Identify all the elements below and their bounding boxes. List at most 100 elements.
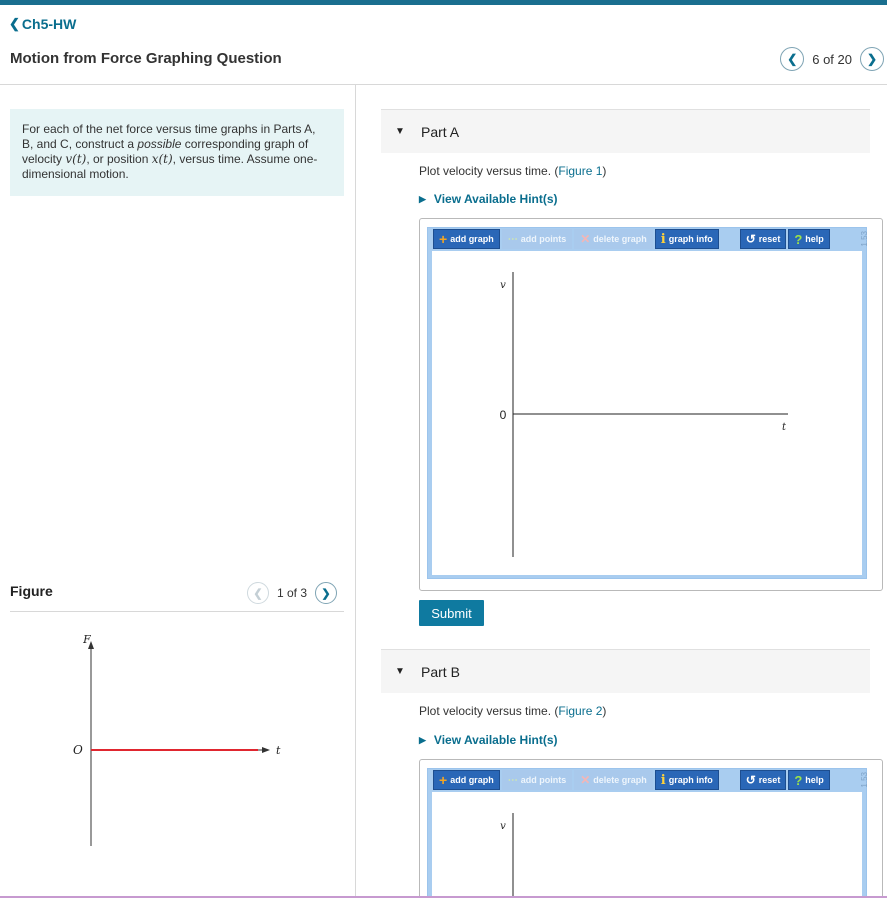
previous-question-button[interactable]: ❮	[780, 47, 805, 71]
part-a-graph-tool: + add graph ⋯ add points ✕ delete graph i gr…	[419, 218, 883, 591]
part-a-hint-toggle[interactable]: ▶ View Available Hint(s)	[419, 192, 558, 206]
page-title: Motion from Force Graphing Question	[10, 50, 282, 67]
previous-figure-button[interactable]: ❮	[247, 582, 269, 604]
intro-text: , or position	[86, 152, 152, 166]
delete-graph-button[interactable]: ✕ delete graph	[574, 229, 653, 249]
reset-icon: ↺	[745, 232, 756, 246]
chevron-left-icon: ❮	[253, 587, 263, 600]
delete-graph-label: delete graph	[593, 775, 647, 785]
velocity-graph[interactable]: v 0 t	[432, 251, 862, 575]
velocity-symbol: v(t)	[65, 152, 87, 166]
graph-canvas-frame: + add graph ⋯ add points ✕ delete graph i gr…	[427, 768, 869, 898]
caret-right-icon: ▶	[419, 734, 426, 745]
prompt-text: )	[602, 704, 607, 718]
top-accent-bar	[0, 0, 887, 5]
next-figure-button[interactable]: ❯	[315, 582, 338, 604]
add-graph-label: add graph	[450, 234, 494, 244]
graph-info-button[interactable]: i graph info	[654, 229, 719, 249]
time-axis-label: t	[782, 422, 787, 433]
prompt-text: Plot velocity versus time. (	[419, 704, 559, 718]
back-link-label: Ch5-HW	[21, 16, 77, 32]
intro-text: velocity	[22, 152, 66, 166]
part-b-prompt: Plot velocity versus time. (Figure 2)	[419, 704, 606, 718]
origin-label: O	[73, 743, 83, 757]
intro-line-3: velocity v(t), or position x(t), versus …	[22, 152, 332, 167]
help-button[interactable]: ? help	[788, 229, 830, 249]
reset-label: reset	[758, 775, 781, 785]
part-b-graph-tool: + add graph ⋯ add points ✕ delete graph i gr…	[419, 759, 883, 898]
part-b-hint-toggle[interactable]: ▶ View Available Hint(s)	[419, 733, 558, 747]
question-intro: For each of the net force versus time gr…	[10, 109, 344, 196]
part-a-prompt: Plot velocity versus time. (Figure 1)	[419, 164, 606, 178]
chevron-right-icon: ❯	[321, 587, 331, 600]
plot-area[interactable]: v	[432, 792, 862, 898]
figure-1-link[interactable]: Figure 1	[558, 164, 602, 178]
intro-italic: possible	[137, 137, 182, 151]
plot-area[interactable]: v 0 t	[432, 251, 862, 575]
reset-button[interactable]: ↺ reset	[739, 770, 787, 790]
points-icon: ⋯	[507, 774, 518, 786]
back-to-assignment-link[interactable]: ❮ Ch5-HW	[9, 16, 76, 32]
x-icon: ✕	[580, 232, 591, 246]
intro-text: B, and C, construct a	[22, 137, 138, 151]
graph-canvas-frame: + add graph ⋯ add points ✕ delete graph i gr…	[427, 227, 869, 579]
help-icon: ?	[794, 231, 803, 247]
question-pager: ❮ 6 of 20 ❯	[780, 47, 884, 71]
velocity-graph[interactable]: v	[432, 792, 862, 898]
tool-version: 1.53	[860, 231, 869, 247]
part-b-header[interactable]: ▼ Part B	[381, 650, 870, 693]
hint-label: View Available Hint(s)	[433, 192, 558, 206]
delete-graph-label: delete graph	[593, 234, 647, 244]
prompt-text: )	[602, 164, 607, 178]
chevron-left-icon: ❮	[787, 52, 798, 66]
add-points-button[interactable]: ⋯ add points	[501, 770, 573, 790]
graph-toolbar: + add graph ⋯ add points ✕ delete graph i gr…	[433, 229, 832, 249]
reset-button[interactable]: ↺ reset	[739, 229, 787, 249]
tool-version: 1.53	[860, 772, 869, 788]
help-label: help	[805, 775, 824, 785]
intro-line-4: dimensional motion.	[22, 167, 129, 181]
help-button[interactable]: ? help	[788, 770, 830, 790]
right-column: ▼ Part A Plot velocity versus time. (Fig…	[357, 85, 887, 898]
add-graph-button[interactable]: + add graph	[433, 770, 500, 790]
x-icon: ✕	[580, 773, 591, 787]
figure-divider	[10, 611, 344, 612]
intro-text: , versus time. Assume one-	[172, 152, 318, 166]
graph-info-label: graph info	[668, 775, 713, 785]
left-column: For each of the net force versus time gr…	[0, 85, 356, 898]
zero-tick-label: 0	[500, 408, 507, 422]
submit-button[interactable]: Submit	[419, 600, 484, 626]
part-a-header[interactable]: ▼ Part A	[381, 110, 870, 153]
reset-label: reset	[758, 234, 781, 244]
velocity-axis-label: v	[500, 821, 506, 832]
help-label: help	[805, 234, 824, 244]
reset-icon: ↺	[745, 773, 756, 787]
add-graph-button[interactable]: + add graph	[433, 229, 500, 249]
prompt-text: Plot velocity versus time. (	[419, 164, 559, 178]
delete-graph-button[interactable]: ✕ delete graph	[574, 770, 653, 790]
figure-pager: ❮ 1 of 3 ❯	[247, 582, 338, 604]
time-axis-arrow-icon	[262, 747, 270, 753]
add-points-button[interactable]: ⋯ add points	[501, 229, 573, 249]
intro-line-2: B, and C, construct a possible correspon…	[22, 137, 332, 152]
next-question-button[interactable]: ❯	[860, 47, 884, 71]
caret-down-icon: ▼	[395, 666, 405, 677]
position-symbol: x(t)	[151, 152, 173, 166]
graph-toolbar: + add graph ⋯ add points ✕ delete graph i gr…	[433, 770, 832, 790]
plus-icon: +	[439, 772, 448, 788]
add-points-label: add points	[520, 234, 567, 244]
graph-info-button[interactable]: i graph info	[654, 770, 719, 790]
part-b-title: Part B	[421, 663, 460, 680]
question-position: 6 of 20	[812, 51, 852, 67]
force-time-figure: F t O	[73, 635, 281, 846]
graph-info-label: graph info	[668, 234, 713, 244]
figure-heading: Figure	[10, 583, 53, 599]
velocity-axis-label: v	[500, 280, 506, 291]
add-graph-label: add graph	[450, 775, 494, 785]
part-a-title: Part A	[421, 123, 460, 140]
hint-label: View Available Hint(s)	[433, 733, 558, 747]
chevron-right-icon: ❯	[866, 52, 878, 66]
caret-down-icon: ▼	[395, 126, 405, 137]
figure-2-link[interactable]: Figure 2	[558, 704, 602, 718]
